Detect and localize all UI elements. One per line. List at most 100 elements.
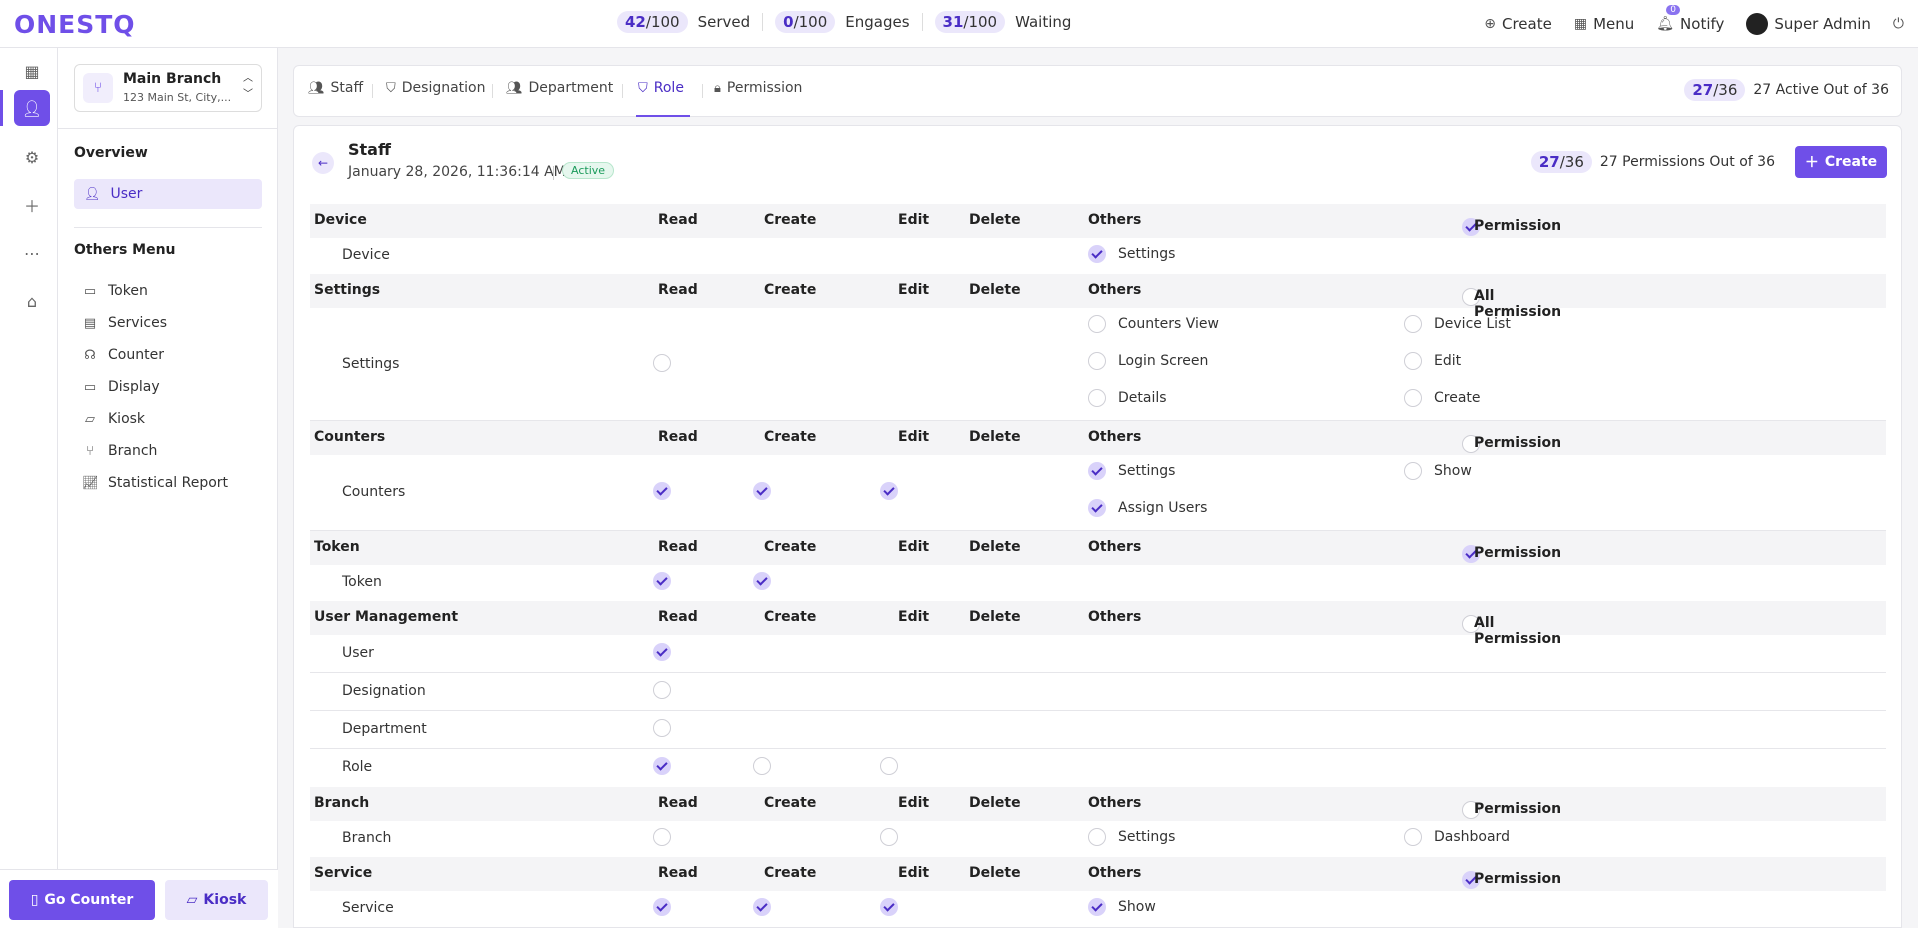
checkbox[interactable] <box>880 482 898 500</box>
section-name: Branch <box>314 795 370 811</box>
checkbox[interactable] <box>880 757 898 775</box>
tab-permission[interactable]: 🔒︎ Permission <box>714 80 802 96</box>
checkbox[interactable] <box>880 898 898 916</box>
section-name: Counters <box>314 429 386 445</box>
rail-add[interactable]: ＋ <box>14 187 50 223</box>
checkbox-create[interactable] <box>753 482 771 500</box>
rail-more[interactable]: ⋯ <box>14 235 50 271</box>
checkbox-read[interactable] <box>653 482 671 500</box>
option-settings[interactable]: Settings <box>1088 462 1175 480</box>
tab-department[interactable]: 👥︎ Department <box>506 80 613 96</box>
section-permission-toggle[interactable]: Permission <box>1462 210 1561 236</box>
option-device-list[interactable]: Device List <box>1404 315 1511 333</box>
checkbox-edit[interactable] <box>880 898 898 916</box>
checkbox[interactable] <box>1088 315 1106 333</box>
checkbox-edit[interactable] <box>880 828 898 846</box>
checkbox[interactable] <box>1088 499 1106 517</box>
checkbox[interactable] <box>1088 245 1106 263</box>
checkbox-create[interactable] <box>753 757 771 775</box>
section-permission-toggle[interactable]: Permission <box>1462 863 1561 889</box>
checkbox[interactable] <box>653 643 671 661</box>
checkbox[interactable] <box>653 719 671 737</box>
checkbox[interactable] <box>753 757 771 775</box>
sidebar-item-branch[interactable]: ⑂ Branch <box>82 443 157 459</box>
checkbox[interactable] <box>653 572 671 590</box>
tab-designation[interactable]: ⛉ Designation <box>386 80 486 96</box>
checkbox-read[interactable] <box>653 719 671 737</box>
sidebar-item-token[interactable]: ▭ Token <box>82 283 148 299</box>
divider <box>702 84 703 98</box>
checkbox[interactable] <box>653 482 671 500</box>
shield-icon: ⛉ <box>386 80 396 96</box>
rail-settings[interactable]: ⚙ <box>14 139 50 175</box>
stat-served: 42/100 Served <box>617 11 750 33</box>
create-button[interactable]: ＋ Create <box>1795 146 1887 178</box>
sidebar-item-display[interactable]: ▭ Display <box>82 379 160 395</box>
user-menu[interactable]: Super Admin <box>1746 13 1871 35</box>
branch-selector[interactable]: ⑂ Main Branch 123 Main St, City,... ︿ ﹀ <box>74 64 262 112</box>
checkbox-read[interactable] <box>653 757 671 775</box>
checkbox[interactable] <box>653 828 671 846</box>
sidebar-item-kiosk[interactable]: ▱ Kiosk <box>82 411 145 427</box>
checkbox-create[interactable] <box>753 898 771 916</box>
tab-role[interactable]: ⛉ Role <box>638 80 684 96</box>
checkbox-read[interactable] <box>653 828 671 846</box>
checkbox-create[interactable] <box>753 572 771 590</box>
checkbox[interactable] <box>1404 315 1422 333</box>
rail-user[interactable]: 👤︎ <box>14 90 50 126</box>
divider <box>492 84 493 98</box>
go-counter-button[interactable]: ▯ Go Counter <box>9 880 155 920</box>
option-create[interactable]: Create <box>1404 389 1481 407</box>
back-button[interactable]: ← <box>312 152 334 174</box>
top-create-button[interactable]: ⊕ Create <box>1484 15 1552 33</box>
top-menu-button[interactable]: ▦ Menu <box>1574 15 1634 33</box>
section-permission-toggle[interactable]: Permission <box>1462 537 1561 563</box>
checkbox[interactable] <box>753 898 771 916</box>
checkbox-edit[interactable] <box>880 757 898 775</box>
option-counters-view[interactable]: Counters View <box>1088 315 1219 333</box>
checkbox[interactable] <box>653 757 671 775</box>
sidebar-item-statistical-report[interactable]: 📈︎ Statistical Report <box>82 475 228 491</box>
checkbox[interactable] <box>1088 828 1106 846</box>
sidebar-item-user[interactable]: 👤︎ User <box>74 179 262 209</box>
checkbox[interactable] <box>653 681 671 699</box>
option-assign-users[interactable]: Assign Users <box>1088 499 1207 517</box>
checkbox[interactable] <box>753 482 771 500</box>
option-edit[interactable]: Edit <box>1404 352 1461 370</box>
kiosk-button[interactable]: ▱ Kiosk <box>165 880 268 920</box>
checkbox[interactable] <box>1088 898 1106 916</box>
checkbox-read[interactable] <box>653 898 671 916</box>
app-logo[interactable]: ONESTQ <box>14 10 136 39</box>
option-details[interactable]: Details <box>1088 389 1167 407</box>
tab-staff[interactable]: 👥︎ Staff <box>308 80 363 96</box>
checkbox[interactable] <box>653 353 671 372</box>
checkbox-read[interactable] <box>653 572 671 590</box>
rail-clean[interactable]: ⌂ <box>14 283 50 319</box>
checkbox[interactable] <box>880 828 898 846</box>
notify-button[interactable]: 🔔︎ 0 Notify <box>1656 5 1724 33</box>
rail-dashboard[interactable]: ▦ <box>14 53 50 89</box>
option-dashboard[interactable]: Dashboard <box>1404 828 1510 846</box>
more-icon: ⋯ <box>24 243 40 263</box>
checkbox-read[interactable] <box>653 643 671 661</box>
checkbox[interactable] <box>1088 462 1106 480</box>
option-show[interactable]: Show <box>1088 898 1156 916</box>
checkbox-edit[interactable] <box>880 482 898 500</box>
checkbox-read[interactable] <box>653 353 671 372</box>
option-settings[interactable]: Settings <box>1088 828 1175 846</box>
sidebar-item-counter[interactable]: ☊ Counter <box>82 347 164 363</box>
sidebar-item-services[interactable]: ▤ Services <box>82 315 167 331</box>
checkbox[interactable] <box>1404 389 1422 407</box>
checkbox[interactable] <box>1404 462 1422 480</box>
checkbox[interactable] <box>653 898 671 916</box>
checkbox[interactable] <box>1404 352 1422 370</box>
checkbox-read[interactable] <box>653 681 671 699</box>
checkbox[interactable] <box>1088 352 1106 370</box>
option-show[interactable]: Show <box>1404 462 1472 480</box>
option-settings[interactable]: Settings <box>1088 245 1175 263</box>
checkbox[interactable] <box>1404 828 1422 846</box>
checkbox[interactable] <box>1088 389 1106 407</box>
option-login-screen[interactable]: Login Screen <box>1088 352 1208 370</box>
checkbox[interactable] <box>753 572 771 590</box>
power-button[interactable]: ⏻ <box>1893 16 1904 32</box>
